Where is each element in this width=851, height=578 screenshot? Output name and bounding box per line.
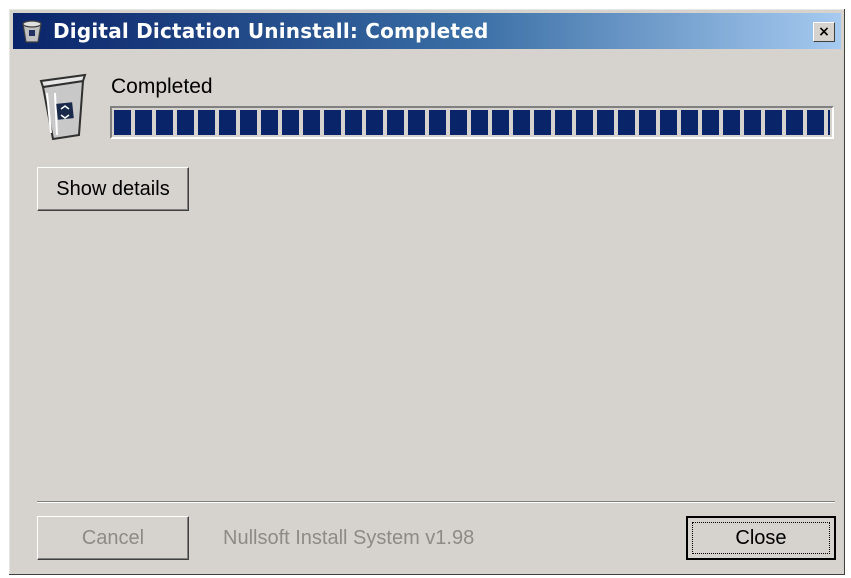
close-button[interactable]: Close bbox=[686, 516, 836, 560]
footer-separator bbox=[37, 501, 835, 503]
focus-rectangle bbox=[692, 522, 830, 554]
window-title: Digital Dictation Uninstall: Completed bbox=[53, 19, 489, 43]
show-details-button[interactable]: Show details bbox=[37, 167, 189, 211]
recycle-bin-icon bbox=[39, 73, 87, 141]
status-label: Completed bbox=[111, 75, 213, 98]
progress-bar bbox=[110, 106, 834, 139]
installer-branding: Nullsoft Install System v1.98 bbox=[223, 527, 475, 549]
title-bar[interactable]: Digital Dictation Uninstall: Completed × bbox=[13, 13, 841, 49]
progress-fill bbox=[114, 110, 830, 135]
uninstall-bin-icon bbox=[22, 20, 42, 43]
cancel-button[interactable]: Cancel bbox=[37, 516, 189, 560]
title-close-button[interactable]: × bbox=[813, 22, 835, 42]
uninstall-dialog: Digital Dictation Uninstall: Completed ×… bbox=[8, 8, 846, 576]
